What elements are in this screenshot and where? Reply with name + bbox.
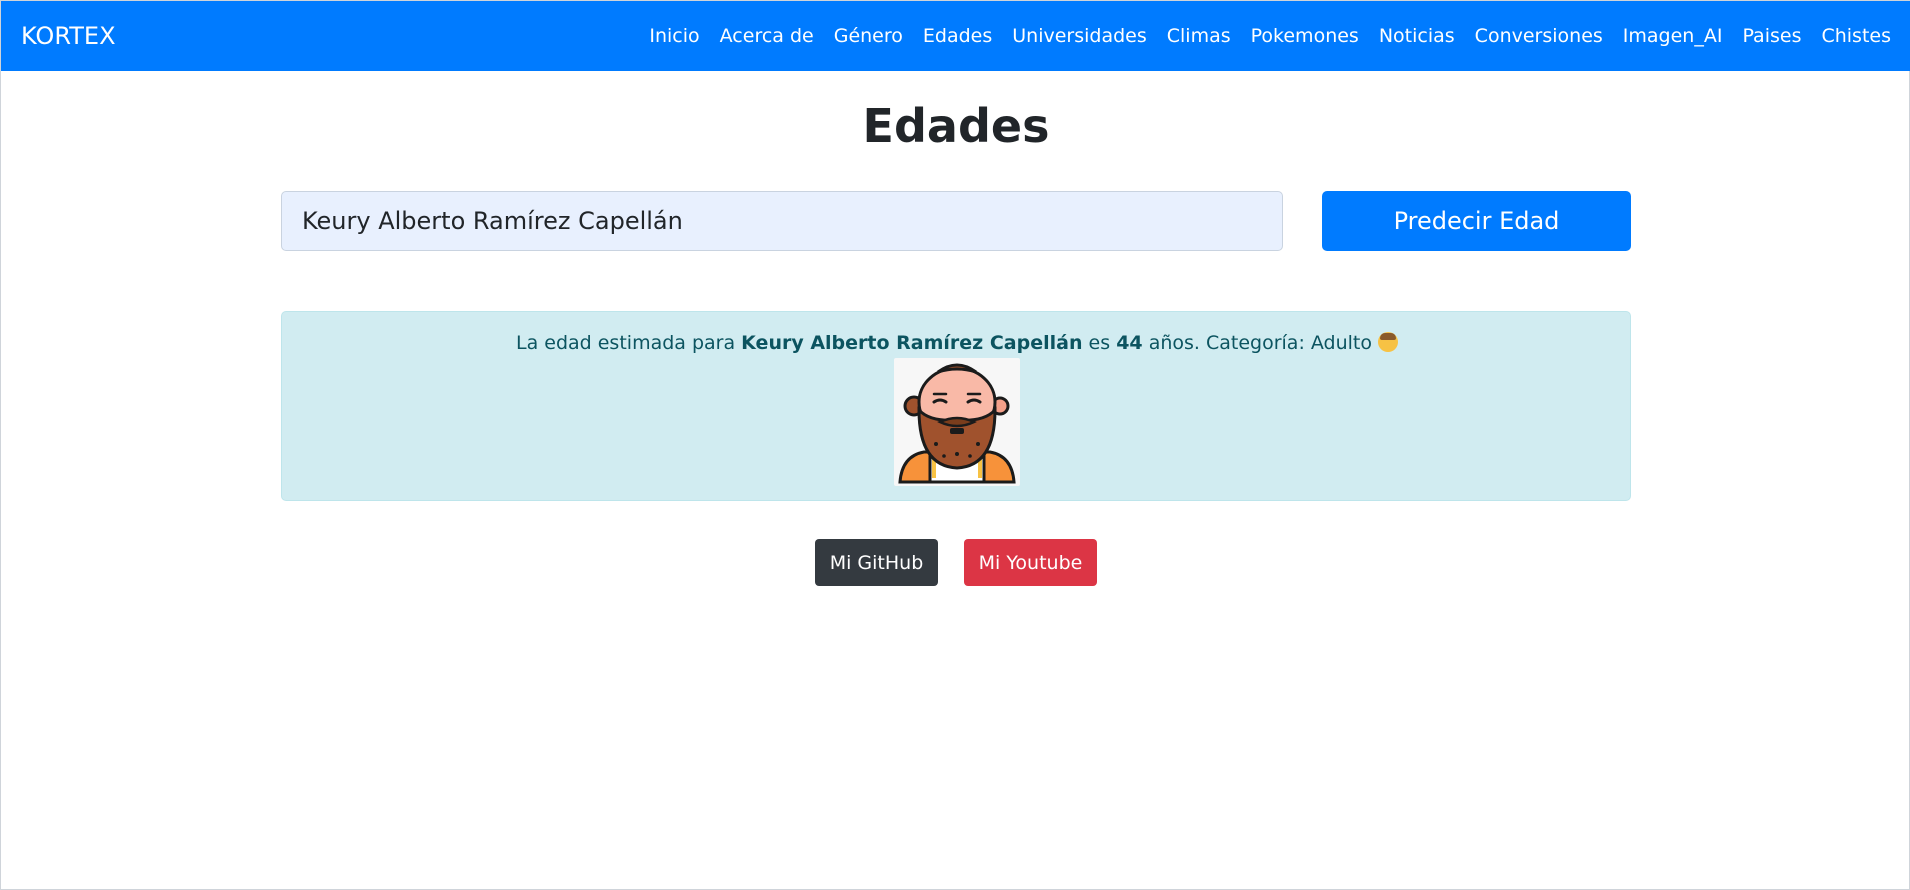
nav-link-edades[interactable]: Edades xyxy=(923,25,992,47)
bearded-man-avatar-icon xyxy=(898,363,1016,484)
nav-link-noticias[interactable]: Noticias xyxy=(1379,25,1455,47)
age-category-avatar xyxy=(894,358,1020,486)
brand-logo[interactable]: KORTEX xyxy=(21,22,116,50)
nav-links: Inicio Acerca de Género Edades Universid… xyxy=(649,25,1891,47)
nav-link-climas[interactable]: Climas xyxy=(1167,25,1231,47)
github-button[interactable]: Mi GitHub xyxy=(815,539,938,586)
result-prefix: La edad estimada para xyxy=(515,332,736,354)
nav-link-paises[interactable]: Paises xyxy=(1742,25,1801,47)
result-message: La edad estimada para Keury Alberto Ramí… xyxy=(282,332,1632,354)
top-navbar: KORTEX Inicio Acerca de Género Edades Un… xyxy=(1,1,1910,71)
predict-age-button[interactable]: Predecir Edad xyxy=(1322,191,1631,251)
nav-link-inicio[interactable]: Inicio xyxy=(649,25,699,47)
adult-face-emoji-icon xyxy=(1378,332,1399,352)
nav-link-acerca-de[interactable]: Acerca de xyxy=(720,25,814,47)
nav-link-universidades[interactable]: Universidades xyxy=(1012,25,1147,47)
result-alert: La edad estimada para Keury Alberto Ramí… xyxy=(281,311,1631,501)
result-name: Keury Alberto Ramírez Capellán xyxy=(741,332,1083,354)
nav-link-genero[interactable]: Género xyxy=(834,25,903,47)
nav-link-chistes[interactable]: Chistes xyxy=(1821,25,1891,47)
result-connector: es xyxy=(1088,332,1111,354)
result-suffix: años. Categoría: Adulto xyxy=(1148,332,1373,354)
page-title: Edades xyxy=(862,99,1050,153)
youtube-button[interactable]: Mi Youtube xyxy=(964,539,1097,586)
name-input[interactable] xyxy=(281,191,1283,251)
nav-link-imagen-ai[interactable]: Imagen_AI xyxy=(1623,25,1723,47)
nav-link-conversiones[interactable]: Conversiones xyxy=(1475,25,1603,47)
result-age: 44 xyxy=(1116,332,1143,354)
nav-link-pokemones[interactable]: Pokemones xyxy=(1251,25,1359,47)
